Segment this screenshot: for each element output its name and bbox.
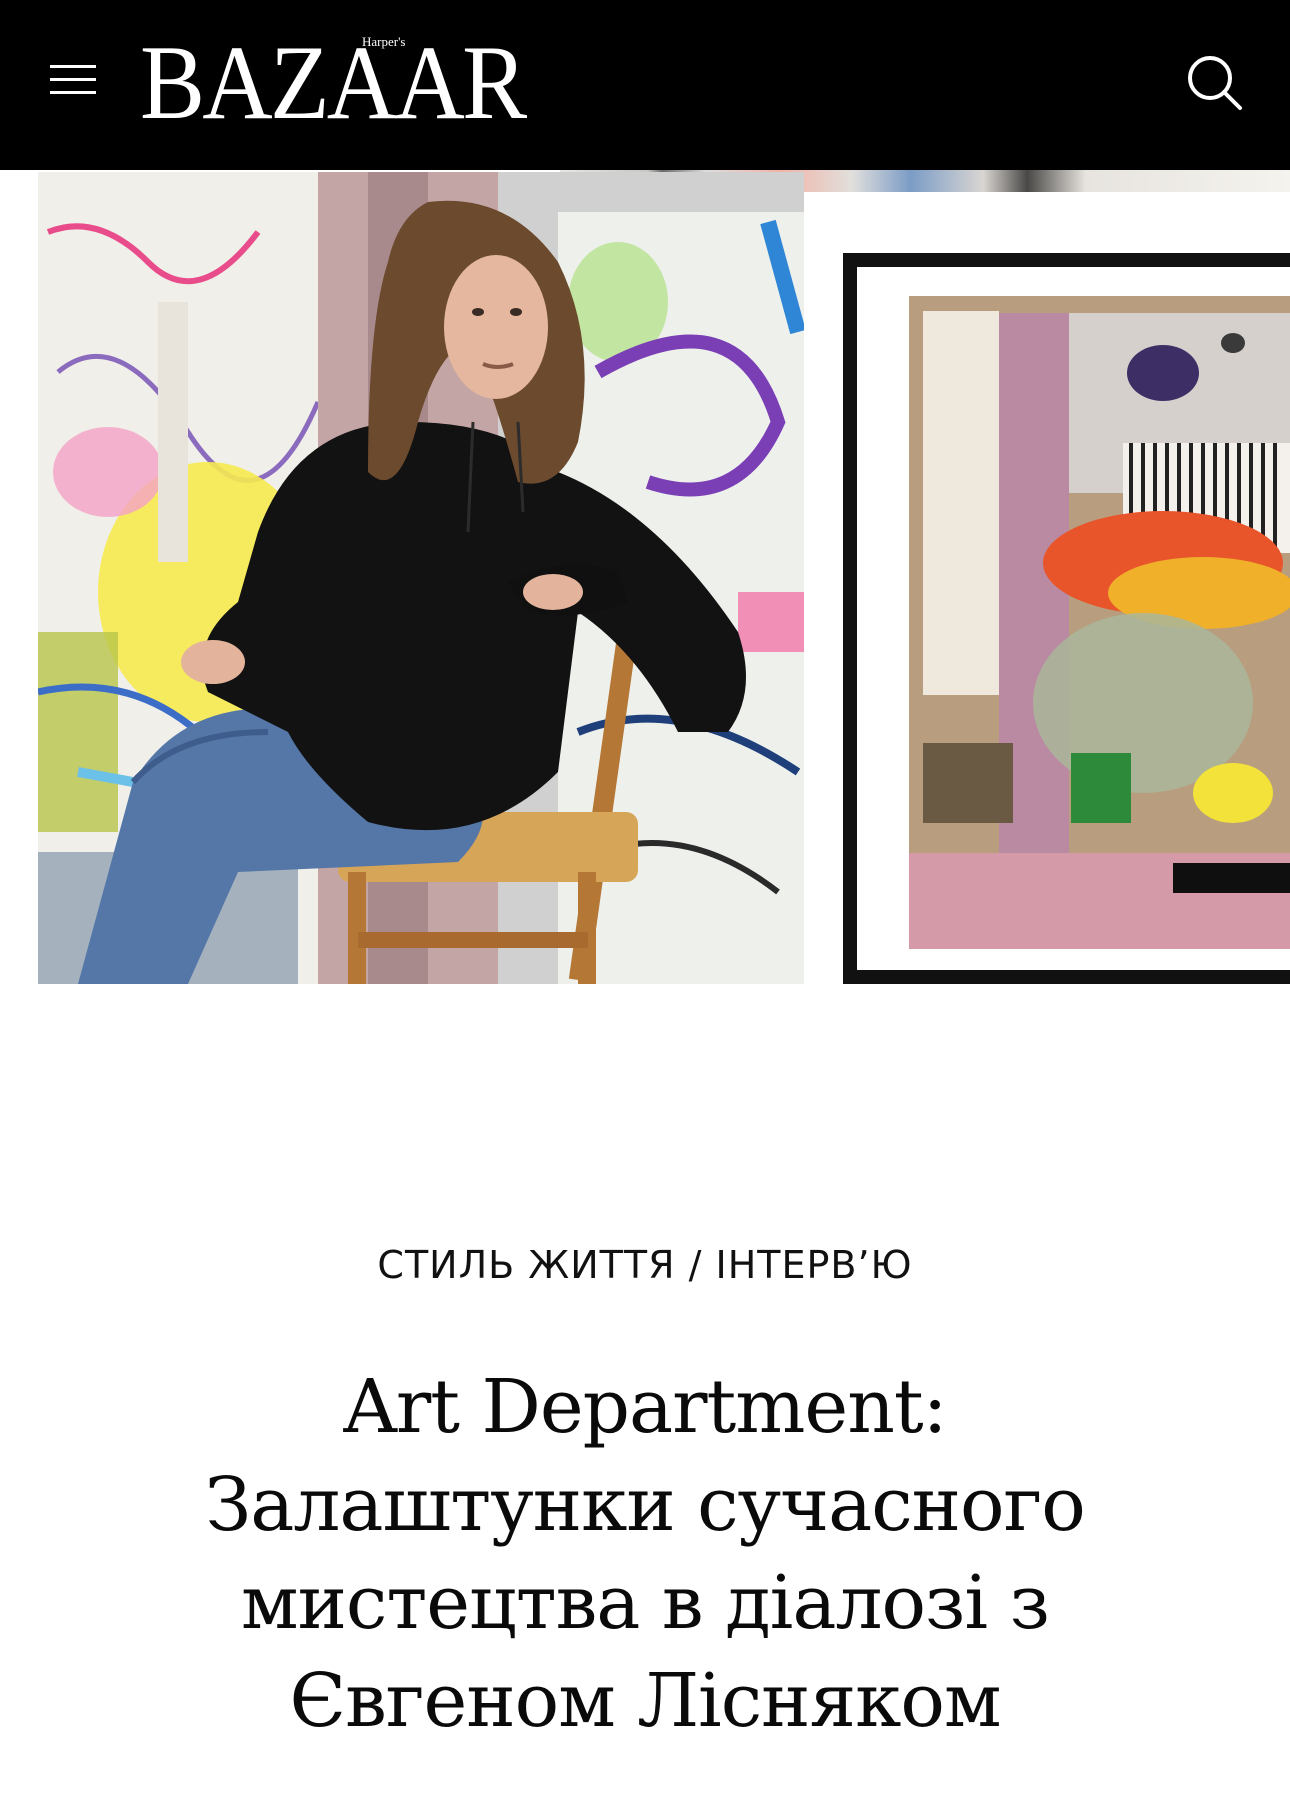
hero-image-collage [0, 170, 1290, 985]
hamburger-menu-icon[interactable] [46, 58, 102, 100]
menu-line [50, 65, 96, 68]
category-separator: / [688, 1243, 703, 1287]
menu-line [50, 78, 96, 81]
site-logo[interactable]: Harper's BAZAAR [140, 28, 527, 138]
artist-portrait-photo [38, 172, 804, 984]
site-header: Harper's BAZAAR [0, 0, 1290, 170]
category-lifestyle-link[interactable]: СТИЛЬ ЖИТТЯ [377, 1243, 675, 1287]
search-icon[interactable] [1184, 52, 1246, 114]
category-interview-link[interactable]: ІНТЕРВ’Ю [715, 1243, 912, 1287]
article-category-breadcrumb: СТИЛЬ ЖИТТЯ / ІНТЕРВ’Ю [0, 1240, 1290, 1290]
article-title: Art Department: Залаштунки сучасного мис… [205, 1364, 1086, 1744]
framed-abstract-painting [843, 253, 1290, 984]
logo-bazaar-text: BAZAAR [140, 24, 527, 141]
menu-line [50, 91, 96, 94]
